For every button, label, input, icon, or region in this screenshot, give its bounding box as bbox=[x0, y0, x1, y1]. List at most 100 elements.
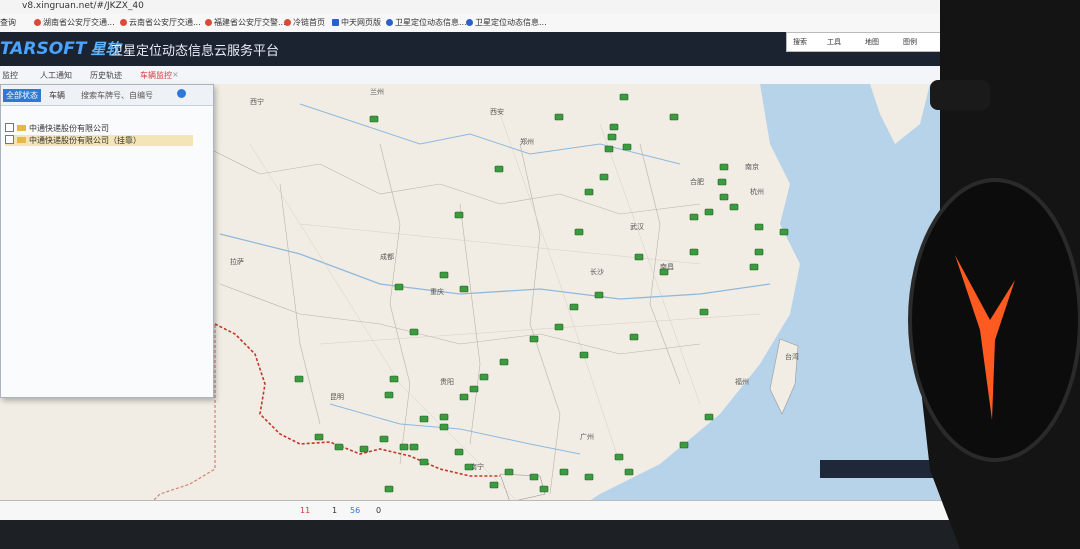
tree-node-company[interactable]: 中通快递股份有限公司 bbox=[5, 123, 109, 134]
tab-monitor[interactable]: 监控 bbox=[2, 70, 18, 81]
vehicle-marker-icon[interactable] bbox=[579, 351, 589, 359]
vehicle-marker-icon[interactable] bbox=[499, 358, 509, 366]
url-text[interactable]: v8.xingruan.net/#/JKZX_40 bbox=[22, 1, 144, 11]
vehicle-marker-icon[interactable] bbox=[729, 203, 739, 211]
bookmark-icon bbox=[120, 19, 127, 26]
close-icon[interactable]: × bbox=[172, 70, 179, 79]
vehicle-marker-icon[interactable] bbox=[359, 445, 369, 453]
bookmark-icon bbox=[386, 19, 393, 26]
address-bar[interactable]: v8.xingruan.net/#/JKZX_40 bbox=[0, 0, 960, 14]
bookmark-item[interactable]: 查询 bbox=[0, 17, 16, 28]
vehicle-marker-icon[interactable] bbox=[459, 285, 469, 293]
vehicle-marker-icon[interactable] bbox=[554, 323, 564, 331]
vehicle-marker-icon[interactable] bbox=[399, 443, 409, 451]
vehicle-marker-icon[interactable] bbox=[479, 373, 489, 381]
tool-map[interactable]: 地图 bbox=[865, 37, 879, 47]
vehicle-marker-icon[interactable] bbox=[584, 473, 594, 481]
vehicle-marker-icon[interactable] bbox=[569, 303, 579, 311]
checkbox[interactable] bbox=[5, 135, 14, 144]
vehicle-marker-icon[interactable] bbox=[704, 208, 714, 216]
vehicle-marker-icon[interactable] bbox=[459, 393, 469, 401]
vehicle-marker-icon[interactable] bbox=[749, 263, 759, 271]
bookmark-item[interactable]: 福建省公安厅交警... bbox=[205, 17, 286, 28]
vehicle-marker-icon[interactable] bbox=[717, 178, 727, 186]
vehicle-marker-icon[interactable] bbox=[384, 391, 394, 399]
vehicle-marker-icon[interactable] bbox=[494, 165, 504, 173]
vehicle-marker-icon[interactable] bbox=[419, 415, 429, 423]
bookmark-item[interactable]: 云南省公安厅交通... bbox=[120, 17, 201, 28]
vehicle-marker-icon[interactable] bbox=[624, 468, 634, 476]
vehicle-marker-icon[interactable] bbox=[607, 133, 617, 141]
vehicle-marker-icon[interactable] bbox=[379, 435, 389, 443]
vehicle-marker-icon[interactable] bbox=[419, 458, 429, 466]
vehicle-marker-icon[interactable] bbox=[294, 375, 304, 383]
tree-node-company-affiliated[interactable]: 中通快递股份有限公司（挂靠） bbox=[5, 135, 193, 146]
vehicle-marker-icon[interactable] bbox=[699, 308, 709, 316]
vehicle-marker-icon[interactable] bbox=[689, 213, 699, 221]
bookmark-item[interactable]: 卫星定位动态信息... bbox=[386, 17, 467, 28]
vehicle-marker-icon[interactable] bbox=[464, 463, 474, 471]
vehicle-marker-icon[interactable] bbox=[489, 481, 499, 489]
vehicle-marker-icon[interactable] bbox=[369, 115, 379, 123]
vehicle-marker-icon[interactable] bbox=[529, 473, 539, 481]
bookmark-item[interactable]: 卫星定位动态信息... bbox=[466, 17, 547, 28]
bookmark-item[interactable]: 冷链首页 bbox=[284, 17, 325, 28]
vehicle-marker-icon[interactable] bbox=[634, 253, 644, 261]
vehicle-marker-icon[interactable] bbox=[669, 113, 679, 121]
vehicle-marker-icon[interactable] bbox=[719, 193, 729, 201]
vehicle-marker-icon[interactable] bbox=[622, 143, 632, 151]
bookmark-item[interactable]: 湖南省公安厅交通... bbox=[34, 17, 115, 28]
vehicle-marker-icon[interactable] bbox=[439, 413, 449, 421]
info-icon[interactable] bbox=[177, 89, 186, 98]
vehicle-marker-icon[interactable] bbox=[334, 443, 344, 451]
vehicle-marker-icon[interactable] bbox=[754, 223, 764, 231]
vehicle-marker-icon[interactable] bbox=[584, 188, 594, 196]
map-place-label: 贵阳 bbox=[440, 377, 454, 386]
vehicle-marker-icon[interactable] bbox=[574, 228, 584, 236]
vehicle-marker-icon[interactable] bbox=[539, 485, 549, 493]
tool-search[interactable]: 搜索 bbox=[793, 37, 807, 47]
folder-icon bbox=[17, 137, 26, 143]
vehicle-marker-icon[interactable] bbox=[439, 271, 449, 279]
vehicle-marker-icon[interactable] bbox=[719, 163, 729, 171]
vehicle-marker-icon[interactable] bbox=[554, 113, 564, 121]
vehicle-marker-icon[interactable] bbox=[384, 485, 394, 493]
vehicle-marker-icon[interactable] bbox=[504, 468, 514, 476]
vehicle-marker-icon[interactable] bbox=[454, 448, 464, 456]
vehicle-marker-icon[interactable] bbox=[679, 441, 689, 449]
vehicle-marker-icon[interactable] bbox=[394, 283, 404, 291]
vehicle-marker-icon[interactable] bbox=[314, 433, 324, 441]
tab-history-track[interactable]: 历史轨迹 bbox=[90, 70, 122, 81]
vehicle-marker-icon[interactable] bbox=[659, 268, 669, 276]
tab-manual-notice[interactable]: 人工通知 bbox=[40, 70, 72, 81]
vehicle-marker-icon[interactable] bbox=[689, 248, 699, 256]
vehicle-marker-icon[interactable] bbox=[629, 333, 639, 341]
vehicle-marker-icon[interactable] bbox=[439, 423, 449, 431]
vehicle-select[interactable]: 车辆 bbox=[49, 90, 65, 101]
vehicle-marker-icon[interactable] bbox=[409, 443, 419, 451]
vehicle-marker-icon[interactable] bbox=[469, 385, 479, 393]
checkbox[interactable] bbox=[5, 123, 14, 132]
vehicle-marker-icon[interactable] bbox=[454, 211, 464, 219]
vehicle-marker-icon[interactable] bbox=[599, 173, 609, 181]
vehicle-marker-icon[interactable] bbox=[754, 248, 764, 256]
vehicle-marker-icon[interactable] bbox=[619, 93, 629, 101]
tool-tools[interactable]: 工具 bbox=[827, 37, 841, 47]
bookmark-item[interactable]: 中天网页版 bbox=[332, 17, 381, 28]
vehicle-marker-icon[interactable] bbox=[609, 123, 619, 131]
vehicle-search-input[interactable]: 搜索车牌号、自编号 bbox=[81, 90, 153, 101]
vehicle-marker-icon[interactable] bbox=[409, 328, 419, 336]
vehicle-marker-icon[interactable] bbox=[594, 291, 604, 299]
tab-vehicle-monitor[interactable]: 车辆监控 bbox=[140, 70, 172, 81]
monitor-screen: v8.xingruan.net/#/JKZX_40 查询 湖南省公安厅交通...… bbox=[0, 0, 960, 520]
vehicle-marker-icon[interactable] bbox=[559, 468, 569, 476]
vehicle-marker-icon[interactable] bbox=[704, 413, 714, 421]
vehicle-marker-icon[interactable] bbox=[604, 145, 614, 153]
vehicle-marker-icon[interactable] bbox=[389, 375, 399, 383]
map-place-label: 成都 bbox=[380, 252, 394, 261]
status-filter-button[interactable]: 全部状态 bbox=[3, 89, 41, 102]
vehicle-marker-icon[interactable] bbox=[779, 228, 789, 236]
vehicle-marker-icon[interactable] bbox=[614, 453, 624, 461]
vehicle-marker-icon[interactable] bbox=[529, 335, 539, 343]
bookmarks-bar: 查询 湖南省公安厅交通... 云南省公安厅交通... 福建省公安厅交警... 冷… bbox=[0, 14, 960, 33]
